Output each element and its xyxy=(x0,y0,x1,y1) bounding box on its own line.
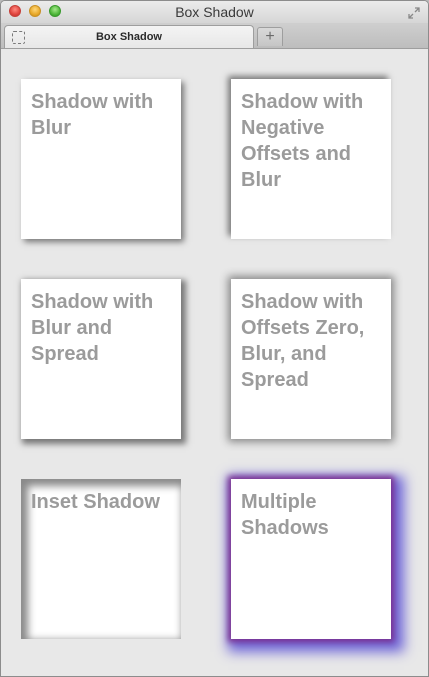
box-label: Inset Shadow xyxy=(31,491,160,513)
shadow-box-zero-offsets: Shadow with Offsets Zero, Blur, and Spre… xyxy=(231,279,391,439)
box-label: Shadow with Blur xyxy=(31,91,154,139)
tab-label: Box Shadow xyxy=(95,31,162,43)
shadow-box-inset: Inset Shadow xyxy=(21,479,181,639)
box-label: Shadow with Blur and Spread xyxy=(31,291,154,365)
shadow-box-negative-offsets: Shadow with Negative Offsets and Blur xyxy=(231,79,391,239)
tab-bar: Box Shadow + xyxy=(1,23,428,49)
box-label: Multiple Shadows xyxy=(241,491,329,539)
tab-box-shadow[interactable]: Box Shadow xyxy=(4,25,254,48)
title-bar[interactable]: Box Shadow xyxy=(1,1,428,23)
box-label: Shadow with Negative Offsets and Blur xyxy=(241,91,364,191)
shadow-box-blur: Shadow with Blur xyxy=(21,79,181,239)
new-tab-button[interactable]: + xyxy=(257,27,283,46)
page-content: Shadow with Blur Shadow with Negative Of… xyxy=(1,49,428,676)
shadow-box-blur-spread: Shadow with Blur and Spread xyxy=(21,279,181,439)
box-label: Shadow with Offsets Zero, Blur, and Spre… xyxy=(241,291,365,391)
window-title: Box Shadow xyxy=(175,4,254,20)
browser-window: Box Shadow Box Shadow + Shadow with Blur… xyxy=(0,0,429,677)
shadow-box-multiple: Multiple Shadows xyxy=(231,479,391,639)
fullscreen-icon[interactable] xyxy=(408,6,420,19)
